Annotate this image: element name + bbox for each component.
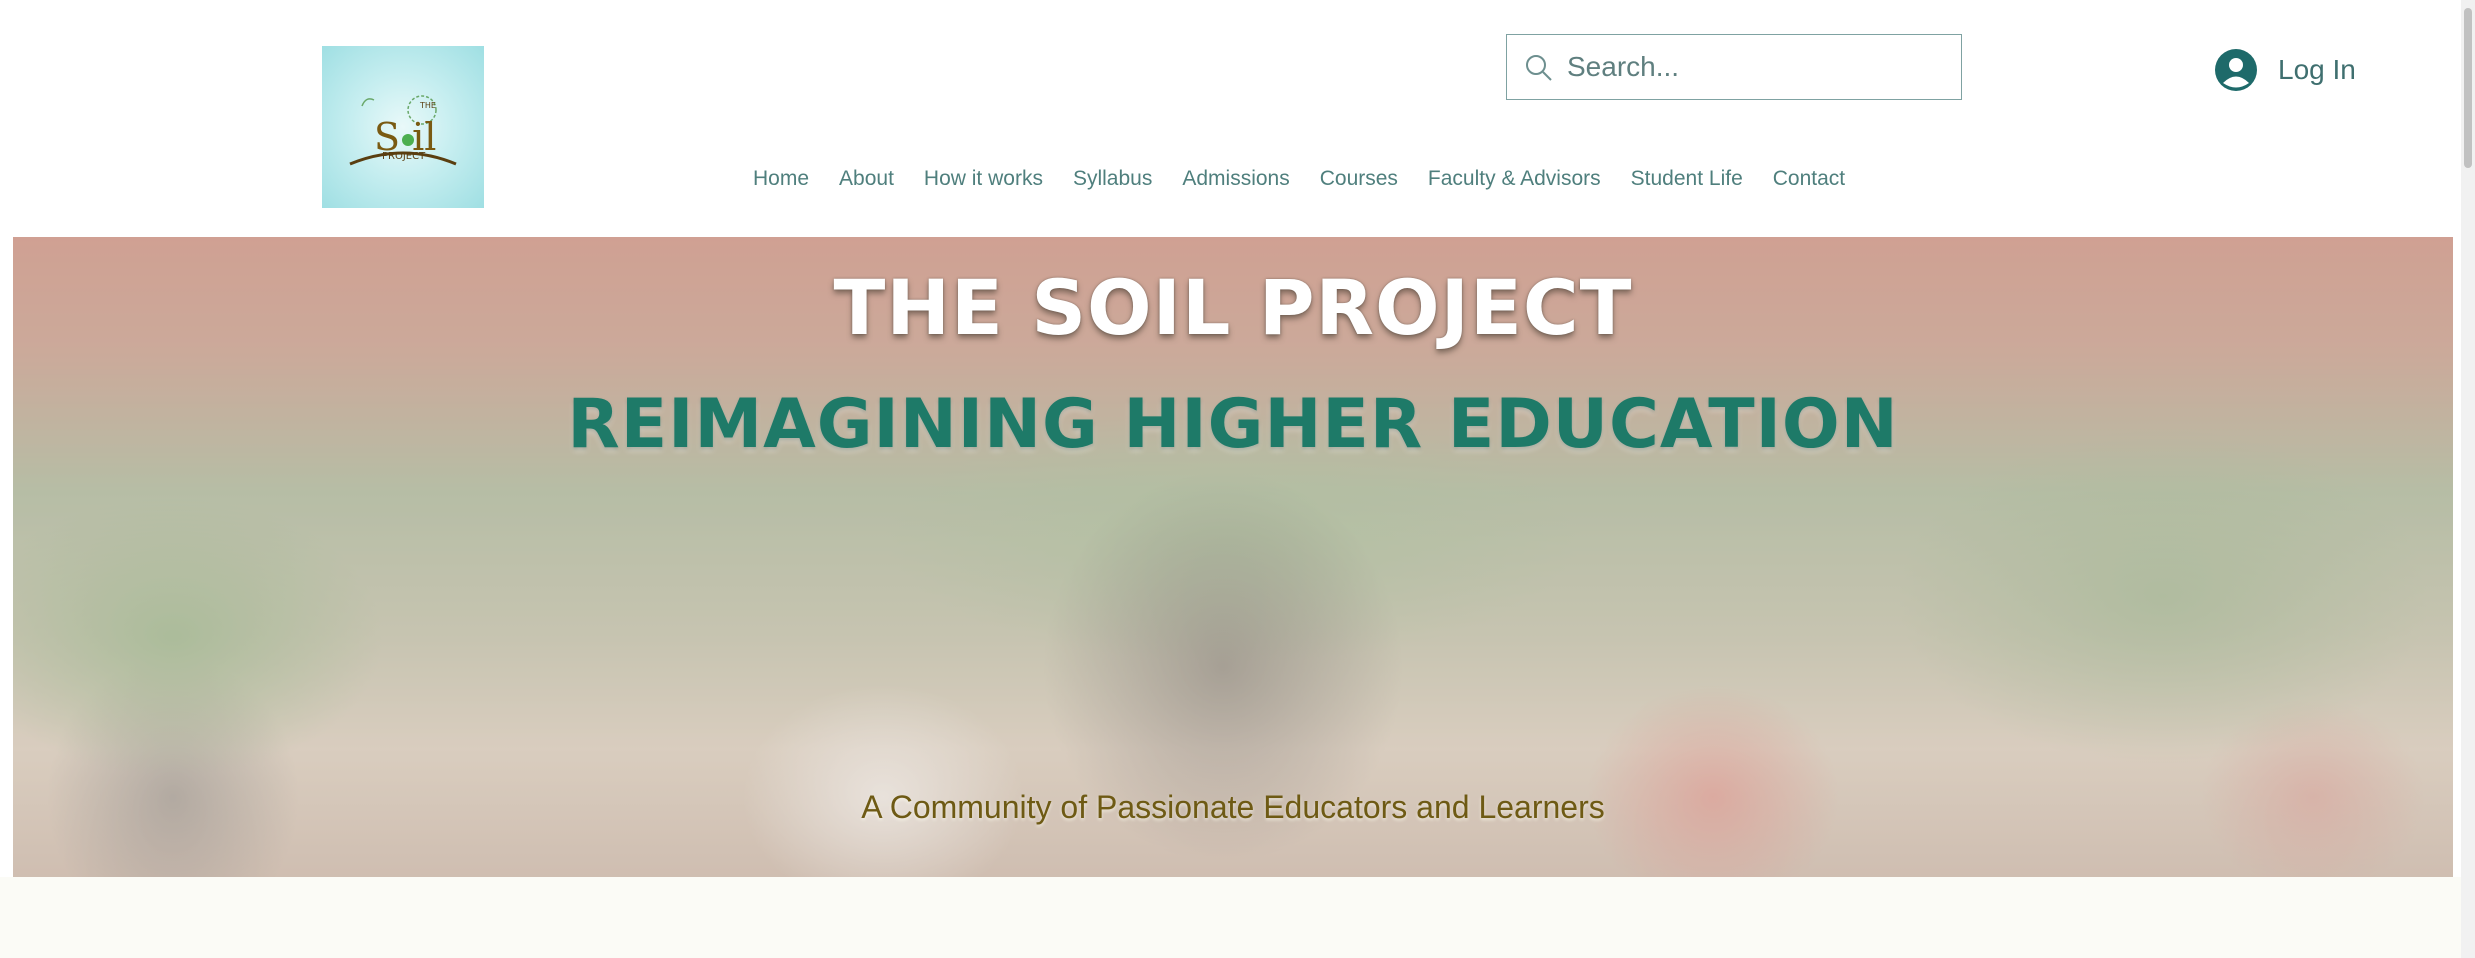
- search-input[interactable]: [1567, 35, 1947, 98]
- page-section-below: [0, 877, 2475, 958]
- nav-item-home[interactable]: Home: [753, 164, 809, 194]
- page-scrollbar[interactable]: [2461, 0, 2475, 958]
- hero-title: THE SOIL PROJECT: [833, 263, 1633, 352]
- nav-item-about[interactable]: About: [839, 164, 894, 194]
- nav-item-syllabus[interactable]: Syllabus: [1073, 164, 1152, 194]
- svg-text:THE: THE: [419, 101, 436, 110]
- nav-item-student-life[interactable]: Student Life: [1631, 164, 1743, 194]
- search-box[interactable]: [1506, 34, 1962, 100]
- scrollbar-thumb[interactable]: [2464, 8, 2472, 168]
- nav-item-admissions[interactable]: Admissions: [1182, 164, 1289, 194]
- hero-heading: REIMAGINING HIGHER EDUCATION: [567, 385, 1899, 464]
- nav-item-courses[interactable]: Courses: [1320, 164, 1398, 194]
- hero-banner: THE SOIL PROJECT REIMAGINING HIGHER EDUC…: [13, 237, 2453, 877]
- login-label: Log In: [2278, 54, 2356, 85]
- search-icon: [1526, 55, 1552, 81]
- user-avatar-icon: [2215, 49, 2257, 91]
- nav-item-contact[interactable]: Contact: [1773, 164, 1845, 194]
- main-nav: Home About How it works Syllabus Admissi…: [753, 164, 1875, 194]
- site-header: THE S il PROJECT Log In Home About How i…: [0, 0, 2475, 237]
- nav-item-faculty-advisors[interactable]: Faculty & Advisors: [1428, 164, 1601, 194]
- site-logo[interactable]: THE S il PROJECT: [322, 46, 484, 208]
- hero-tagline: A Community of Passionate Educators and …: [861, 789, 1605, 825]
- login-button[interactable]: Log In: [2214, 46, 2356, 94]
- nav-item-how-it-works[interactable]: How it works: [924, 164, 1043, 194]
- soil-logo-icon: THE S il PROJECT: [349, 95, 457, 166]
- svg-text:PROJECT: PROJECT: [382, 151, 426, 162]
